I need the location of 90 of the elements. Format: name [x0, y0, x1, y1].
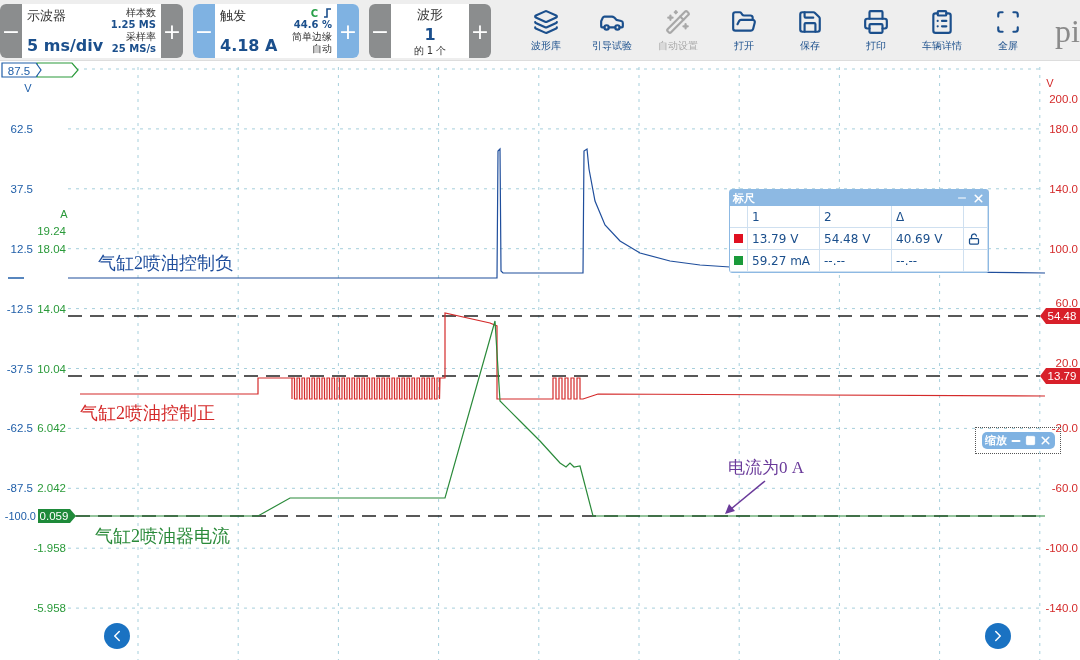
table-cell: 54.48 V: [820, 228, 892, 250]
axis-tick-label: 10.04: [37, 362, 66, 375]
control-value: 1: [424, 24, 436, 44]
column-header: 2: [820, 206, 892, 228]
zoom-title: 缩放: [984, 433, 1007, 448]
axis-tick-label: 20.0: [1055, 356, 1078, 369]
control-stat: 1.25 MS: [110, 19, 156, 31]
axis-tick-label: -12.5: [6, 302, 33, 315]
next-button[interactable]: [985, 623, 1011, 649]
clipboard-icon: [929, 9, 955, 35]
axis-tick-label: 6.042: [37, 422, 66, 435]
axis-tick-label: 18.04: [37, 242, 66, 255]
increase-button[interactable]: +: [161, 4, 183, 58]
scale-badge: 87.5: [1, 62, 42, 78]
toolbar-button[interactable]: 全屏: [975, 9, 1041, 53]
maximize-icon[interactable]: [1024, 435, 1036, 446]
zero-marker: [7, 277, 25, 279]
axis-unit: V: [24, 82, 32, 94]
control-title: 触发: [220, 7, 247, 25]
panel-title: 标尺: [733, 190, 756, 206]
axis-unit: V: [1046, 77, 1054, 89]
axis-tick-label: 200.0: [1049, 93, 1078, 105]
column-header: Δ: [892, 206, 964, 228]
toolbar-button[interactable]: 车辆详情: [909, 9, 975, 53]
control-stat: 25 MS/s: [111, 43, 156, 55]
axis-tick-label: -20.0: [1051, 422, 1078, 435]
axis-tick-label: -87.5: [6, 482, 33, 495]
close-icon[interactable]: [1038, 434, 1052, 447]
control-stat: 自动: [312, 42, 332, 55]
annotation-text: 电流为0 A: [728, 458, 805, 477]
axis-tick-label: -1.958: [33, 542, 66, 555]
axis-tick-label: 19.24: [37, 225, 66, 237]
axis-tick-label: -100.0: [1045, 542, 1078, 555]
toolbar-button[interactable]: 保存: [777, 9, 843, 53]
axis-tick-label: -100.0: [4, 510, 36, 522]
printer-icon: [863, 9, 889, 35]
control-value: 4.18 A: [220, 36, 278, 55]
control-stat: 样本数: [126, 7, 156, 19]
offset-badge: 0.059: [38, 509, 76, 523]
annotation-arrow: [725, 480, 766, 514]
axis-tick-label: 140.0: [1049, 182, 1078, 195]
axis-tick-label: -60.0: [1051, 482, 1078, 495]
axis-unit: A: [60, 208, 68, 220]
wand-icon: [665, 9, 691, 35]
table-cell: --.--: [892, 250, 964, 272]
toolbar-button[interactable]: 波形库: [513, 9, 579, 53]
control-stat: 简单边缘: [292, 30, 332, 43]
table-cell: 59.27 mA: [748, 250, 820, 272]
axis-tick-label: -5.958: [33, 602, 66, 615]
axis-tick-label: -140.0: [1045, 602, 1078, 615]
axis-tick-label: 12.5: [10, 242, 33, 255]
ruler-badge[interactable]: 13.79: [1040, 368, 1080, 384]
ruler-badge[interactable]: 54.48: [1040, 308, 1080, 324]
stack-icon: [533, 9, 559, 35]
control-title: 波形: [417, 5, 443, 24]
fullscreen-icon: [995, 9, 1021, 35]
trace-label: 气缸2喷油控制正: [80, 403, 215, 423]
toolbar-button[interactable]: 打开: [711, 9, 777, 53]
channel-label: C: [310, 7, 318, 19]
axis-tick-label: -62.5: [6, 422, 33, 435]
table-cell: --.--: [820, 250, 892, 272]
axis-tick-label: 62.5: [10, 122, 33, 135]
decrease-button[interactable]: −: [0, 4, 22, 58]
control-stat: 采样率: [126, 31, 156, 43]
axis-tick-label: 14.04: [37, 302, 66, 315]
axis-tick-label: 37.5: [10, 182, 33, 195]
axis-tick-label: -37.5: [6, 362, 33, 375]
axis-tick-label: 180.0: [1049, 122, 1078, 135]
toolbar-button[interactable]: 引导试验: [579, 9, 645, 53]
axis-tick-label: 100.0: [1049, 242, 1078, 255]
table-cell: 40.69 V: [892, 228, 964, 250]
increase-button[interactable]: +: [469, 4, 491, 58]
axis-tick-label: 2.042: [37, 482, 66, 495]
control-stat: 44.6 %: [293, 18, 332, 31]
logo: pi: [1055, 15, 1080, 47]
trace-label: 气缸2喷油器电流: [95, 526, 230, 546]
toolbar-button[interactable]: 打印: [843, 9, 909, 53]
rising-edge-icon: [324, 8, 332, 18]
control-caption: 的 1 个: [413, 44, 447, 57]
close-icon[interactable]: [972, 191, 985, 205]
control-value: 5 ms/div: [27, 36, 104, 55]
unlock-icon[interactable]: [968, 232, 980, 245]
decrease-button[interactable]: −: [369, 4, 391, 58]
trace-label: 气缸2喷油控制负: [98, 253, 233, 273]
table-cell: 13.79 V: [748, 228, 820, 250]
axis-tick-label: 60.0: [1055, 296, 1078, 309]
column-header: 1: [748, 206, 820, 228]
control-title: 示波器: [27, 7, 67, 25]
folder-icon: [731, 9, 757, 35]
previous-button[interactable]: [104, 623, 130, 649]
